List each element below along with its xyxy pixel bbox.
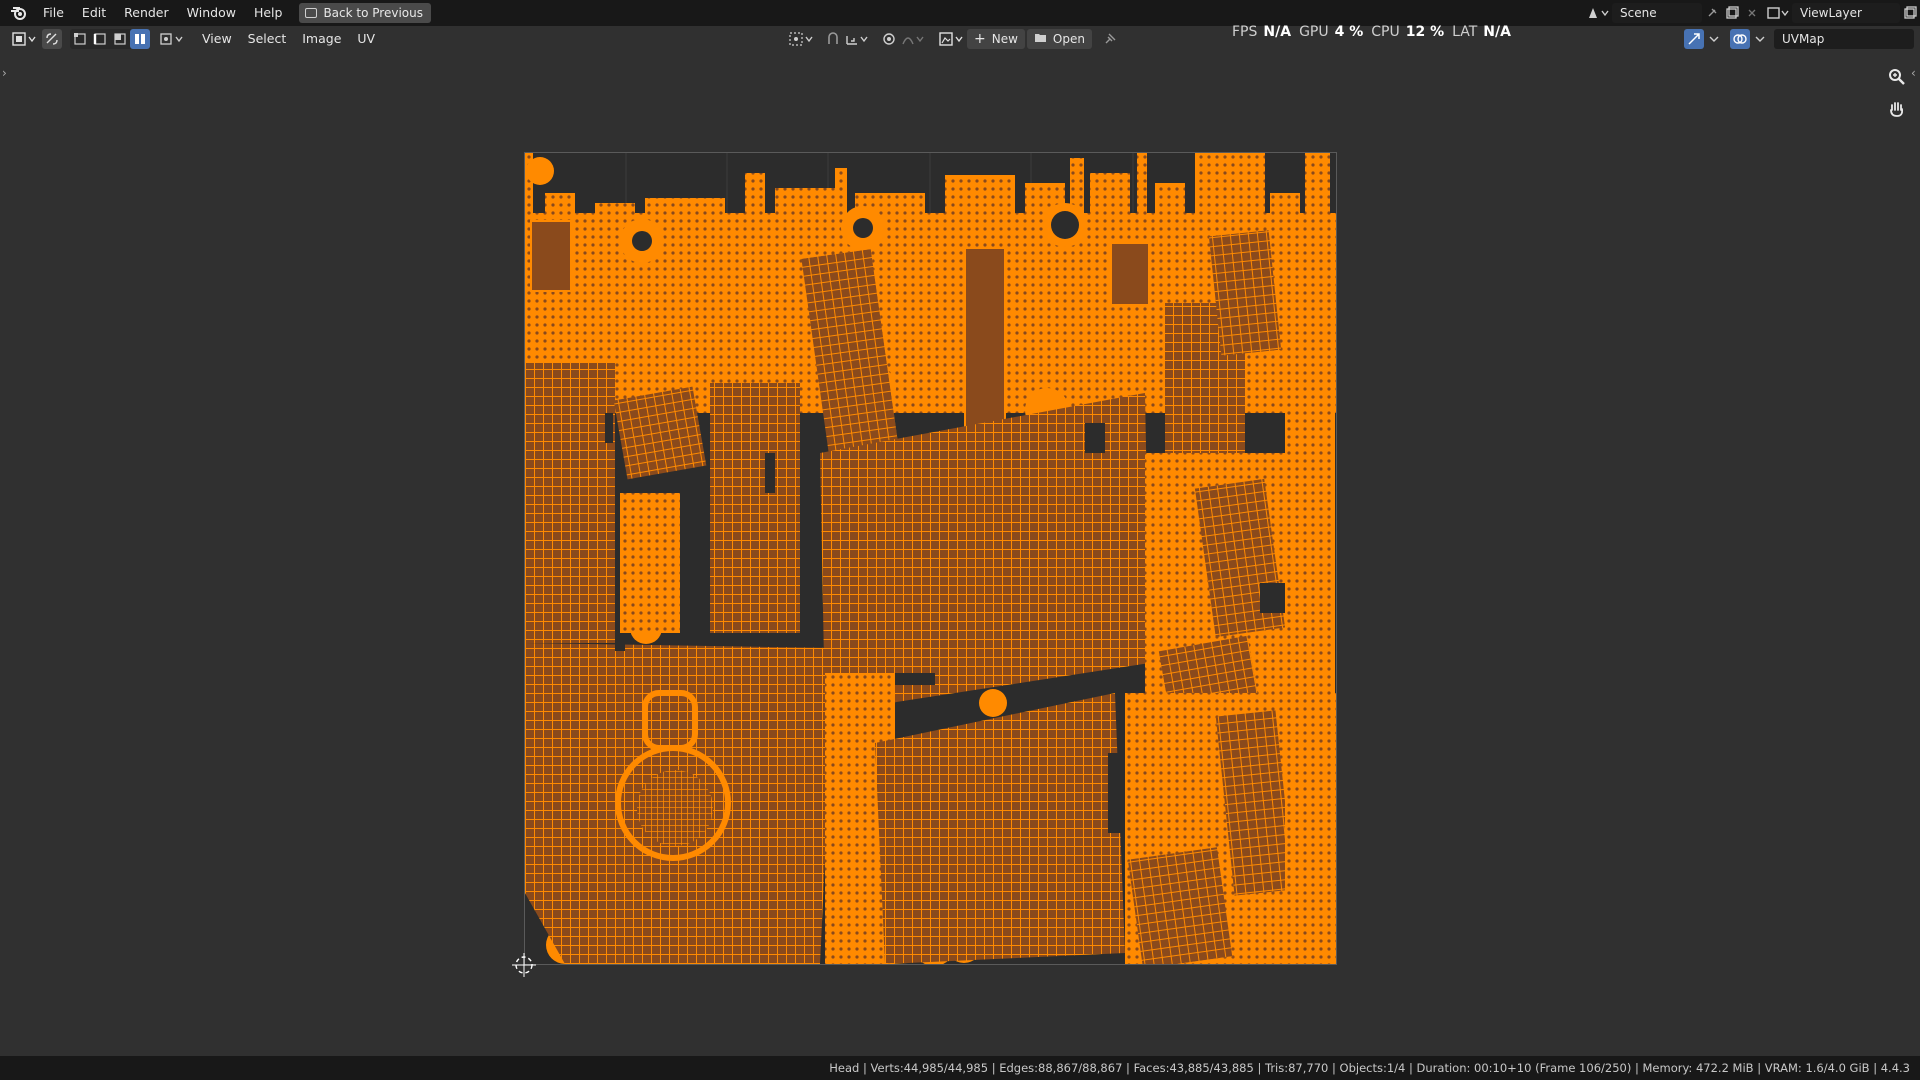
back-to-previous-button[interactable]: Back to Previous [299, 3, 431, 23]
sticky-selection-icon[interactable] [158, 29, 188, 49]
zoom-icon[interactable] [1884, 64, 1910, 90]
status-text: Head | Verts:44,985/44,985 | Edges:88,86… [829, 1061, 1910, 1075]
gizmo-icon[interactable] [1684, 29, 1704, 49]
proportional-icon[interactable] [879, 29, 899, 49]
pan-hand-icon[interactable] [1884, 96, 1910, 122]
blender-logo-icon[interactable] [8, 2, 30, 24]
uv-island-right-edge [1285, 303, 1335, 953]
back-to-previous-label: Back to Previous [323, 6, 423, 20]
header-tools: + New Open [787, 29, 1120, 49]
scene-pin-icon[interactable] [1702, 3, 1722, 23]
pin-icon[interactable] [1100, 29, 1120, 49]
uv-sync-icon[interactable] [42, 29, 62, 49]
lat-label: LAT [1452, 24, 1478, 40]
snap-icon[interactable] [823, 29, 843, 49]
new-image-button[interactable]: + New [967, 29, 1025, 49]
pivot-icon[interactable] [787, 29, 817, 49]
sidebar-expand-icon[interactable]: ‹ [1911, 66, 1916, 80]
fps-value: N/A [1263, 24, 1292, 40]
perf-stats: FPS N/A GPU 4 % CPU 12 % LAT N/A [1232, 24, 1519, 40]
viewlayer-selector: ViewLayer [1764, 2, 1920, 24]
scene-name: Scene [1620, 6, 1657, 20]
new-icon: + [974, 31, 986, 47]
menu-uv[interactable]: UV [349, 28, 383, 50]
gpu-value: 4 % [1334, 24, 1364, 40]
main-menu: File Edit Render Window Help [34, 2, 291, 24]
new-viewlayer-icon[interactable] [1900, 3, 1920, 23]
open-image-label: Open [1052, 32, 1085, 46]
overlay-dropdown-icon[interactable] [1750, 29, 1770, 49]
edge-select-icon[interactable] [90, 29, 110, 49]
uvmap-field[interactable]: UVMap [1774, 29, 1914, 49]
open-image-button[interactable]: Open [1026, 29, 1092, 49]
viewlayer-type-icon[interactable] [1764, 3, 1792, 23]
editor-type-icon[interactable] [10, 29, 40, 49]
vertex-select-icon[interactable] [70, 29, 90, 49]
delete-scene-icon[interactable] [1742, 3, 1762, 23]
uvmap-name: UVMap [1782, 32, 1825, 46]
menu-file[interactable]: File [34, 2, 73, 24]
open-icon [1034, 32, 1047, 46]
uv-island-b [710, 383, 800, 633]
status-bar: Head | Verts:44,985/44,985 | Edges:88,86… [0, 1056, 1920, 1080]
falloff-icon[interactable] [899, 29, 929, 49]
snap-target-icon[interactable] [843, 29, 873, 49]
toolbar-expand-icon[interactable]: › [2, 66, 7, 80]
new-image-label: New [991, 32, 1018, 46]
gpu-label: GPU [1299, 24, 1329, 40]
overlay-icon[interactable] [1730, 29, 1750, 49]
menu-edit[interactable]: Edit [73, 2, 115, 24]
menu-help[interactable]: Help [245, 2, 292, 24]
cursor-2d-icon[interactable] [512, 953, 536, 977]
uv-layout [525, 153, 1336, 964]
menu-render[interactable]: Render [115, 2, 178, 24]
cpu-label: CPU [1371, 24, 1400, 40]
viewlayer-name-field[interactable]: ViewLayer [1792, 3, 1900, 23]
image-icon[interactable] [937, 29, 967, 49]
viewlayer-name: ViewLayer [1800, 6, 1862, 20]
back-icon [305, 8, 318, 18]
header-right-tools [1684, 29, 1770, 49]
uv-canvas[interactable] [524, 152, 1337, 965]
scene-type-icon[interactable] [1584, 3, 1612, 23]
uv-island-j [1127, 847, 1233, 964]
island-select-icon[interactable] [130, 29, 150, 49]
uv-island-left [525, 363, 615, 643]
fps-label: FPS [1232, 24, 1258, 40]
menu-select[interactable]: Select [240, 28, 295, 50]
cpu-value: 12 % [1405, 24, 1445, 40]
menu-window[interactable]: Window [178, 2, 245, 24]
uv-island-a [613, 386, 707, 480]
lat-value: N/A [1483, 24, 1511, 40]
menu-view[interactable]: View [194, 28, 240, 50]
select-mode-icons [70, 29, 150, 49]
uv-island-f [620, 493, 680, 633]
scene-selector: Scene [1584, 2, 1762, 24]
uv-island-bottom-center [875, 693, 1125, 964]
menu-image[interactable]: Image [294, 28, 349, 50]
uv-island-e [1208, 230, 1282, 356]
new-scene-icon[interactable] [1722, 3, 1742, 23]
navigation-gizmo [1884, 64, 1910, 128]
gizmo-dropdown-icon[interactable] [1704, 29, 1724, 49]
scene-name-field[interactable]: Scene [1612, 3, 1702, 23]
top-bar: File Edit Render Window Help Back to Pre… [0, 0, 1920, 26]
face-select-icon[interactable] [110, 29, 130, 49]
uv-eye-island [637, 770, 713, 846]
